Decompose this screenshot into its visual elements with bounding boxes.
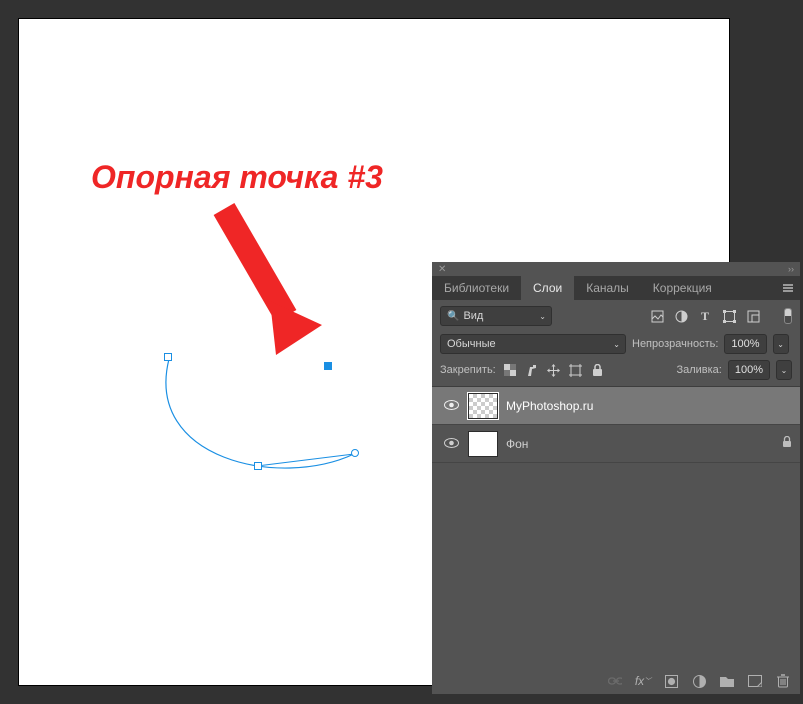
link-icon[interactable] [608,674,622,688]
filter-pixel-icon[interactable] [648,307,666,325]
tab-channels[interactable]: Каналы [574,276,641,300]
filter-shape-icon[interactable] [720,307,738,325]
anchor-point-1[interactable] [164,353,172,361]
blend-mode-select[interactable]: Обычные ⌄ [440,334,626,354]
filter-kind-label: Вид [463,310,483,322]
trash-icon[interactable] [776,674,790,688]
panel-menu-icon[interactable] [776,276,800,300]
lock-image-icon[interactable] [524,362,540,378]
lock-transparent-icon[interactable] [502,362,518,378]
chevron-down-icon: ⌄ [613,340,620,349]
tab-layers[interactable]: Слои [521,276,574,300]
lock-label: Закрепить: [440,364,496,376]
panel-footer: fx﹀ [432,668,800,694]
layer-thumbnail[interactable] [468,431,498,457]
lock-position-icon[interactable] [546,362,562,378]
filter-kind-select[interactable]: 🔍 Вид ⌄ [440,306,552,326]
panel-tabs: Библиотеки Слои Каналы Коррекция [432,276,800,300]
blend-row: Обычные ⌄ Непрозрачность: 100% ⌄ [432,330,800,358]
lock-artboard-icon[interactable] [568,362,584,378]
layer-thumbnail[interactable] [468,393,498,419]
lock-all-icon[interactable] [590,362,606,378]
layers-panel: ✕ ›› Библиотеки Слои Каналы Коррекция 🔍 … [432,262,800,694]
visibility-icon[interactable] [442,398,460,413]
new-layer-icon[interactable] [748,674,762,688]
annotation-label: Опорная точка #3 [91,159,383,196]
filter-toggle[interactable] [784,308,792,324]
chevron-down-icon: ⌄ [539,312,546,321]
tab-adjustments[interactable]: Коррекция [641,276,724,300]
mask-icon[interactable] [664,674,678,688]
layer-name[interactable]: Фон [506,437,774,451]
fill-label: Заливка: [676,364,721,376]
filter-smart-icon[interactable] [744,307,762,325]
layer-row[interactable]: Фон [432,425,800,463]
panel-titlebar: ✕ ›› [432,262,800,276]
tab-libraries[interactable]: Библиотеки [432,276,521,300]
fill-dropdown[interactable]: ⌄ [776,360,792,380]
filter-row: 🔍 Вид ⌄ T [432,300,800,330]
lock-icon [782,436,792,451]
fill-value[interactable]: 100% [728,360,770,380]
opacity-dropdown[interactable]: ⌄ [773,334,789,354]
close-icon[interactable]: ✕ [438,264,446,275]
vector-path[interactable] [139,329,399,509]
direction-handle[interactable] [351,449,359,457]
opacity-value[interactable]: 100% [724,334,766,354]
search-icon: 🔍 [447,311,459,322]
collapse-icon[interactable]: ›› [788,264,794,274]
anchor-point-3[interactable] [324,362,332,370]
layer-row[interactable]: MyPhotoshop.ru [432,387,800,425]
fx-icon[interactable]: fx﹀ [636,674,650,688]
visibility-icon[interactable] [442,436,460,451]
opacity-label: Непрозрачность: [632,338,718,350]
layers-list: MyPhotoshop.ru Фон [432,387,800,668]
filter-type-icon[interactable]: T [696,307,714,325]
blend-mode-value: Обычные [447,338,496,350]
group-icon[interactable] [720,674,734,688]
filter-adjust-icon[interactable] [672,307,690,325]
layer-name[interactable]: MyPhotoshop.ru [506,399,792,413]
adjustment-icon[interactable] [692,674,706,688]
lock-row: Закрепить: Заливка: 100% ⌄ [432,358,800,387]
anchor-point-2[interactable] [254,462,262,470]
